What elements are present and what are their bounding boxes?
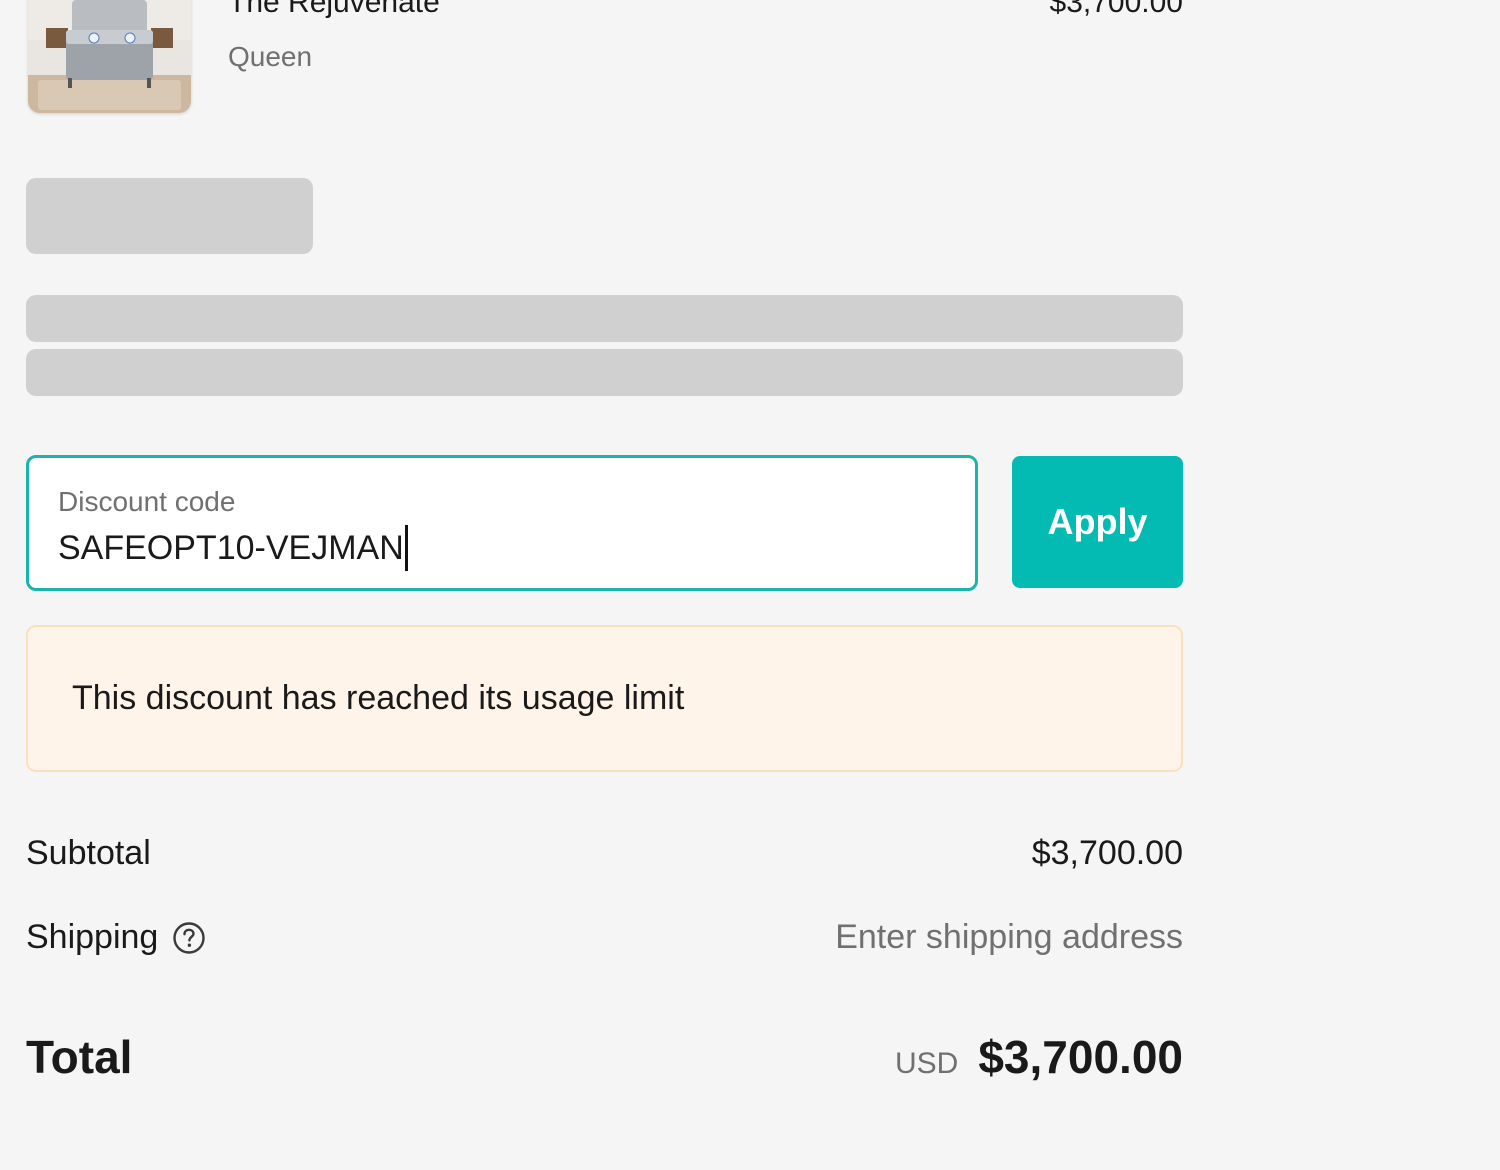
loading-skeleton-bar: [26, 349, 1183, 396]
discount-code-input[interactable]: Discount code SAFEOPT10-VEJMAN: [26, 455, 978, 591]
shipping-label-group: Shipping: [26, 918, 206, 957]
discount-code-text: SAFEOPT10-VEJMAN: [58, 528, 404, 567]
bed-image-icon: [28, 0, 191, 113]
subtotal-value: $3,700.00: [1031, 834, 1183, 872]
product-price: $3,700.00: [1049, 0, 1183, 19]
order-summary: The Rejuvenate Queen $3,700.00 Discount …: [26, 0, 1183, 1170]
text-cursor: [404, 525, 408, 571]
subtotal-label: Subtotal: [26, 834, 151, 872]
product-line-item: The Rejuvenate Queen $3,700.00: [26, 0, 1183, 114]
product-name: The Rejuvenate: [228, 0, 440, 19]
product-thumbnail: [28, 0, 191, 113]
loading-skeleton-block: [26, 178, 313, 254]
discount-error-message: This discount has reached its usage limi…: [72, 679, 685, 717]
discount-error-banner: This discount has reached its usage limi…: [26, 625, 1183, 772]
total-label: Total: [26, 1031, 133, 1083]
total-amount-group: USD $3,700.00: [895, 1030, 1183, 1084]
total-amount: $3,700.00: [978, 1031, 1183, 1083]
shipping-label: Shipping: [26, 918, 159, 956]
apply-discount-button[interactable]: Apply: [1012, 456, 1183, 588]
discount-code-label: Discount code: [58, 486, 236, 517]
product-variant: Queen: [228, 41, 313, 72]
discount-code-value[interactable]: SAFEOPT10-VEJMAN: [58, 525, 408, 571]
question-circle-icon[interactable]: [172, 921, 206, 955]
shipping-value: Enter shipping address: [835, 918, 1183, 956]
loading-skeleton-bar: [26, 295, 1183, 342]
currency-code: USD: [895, 1047, 959, 1080]
